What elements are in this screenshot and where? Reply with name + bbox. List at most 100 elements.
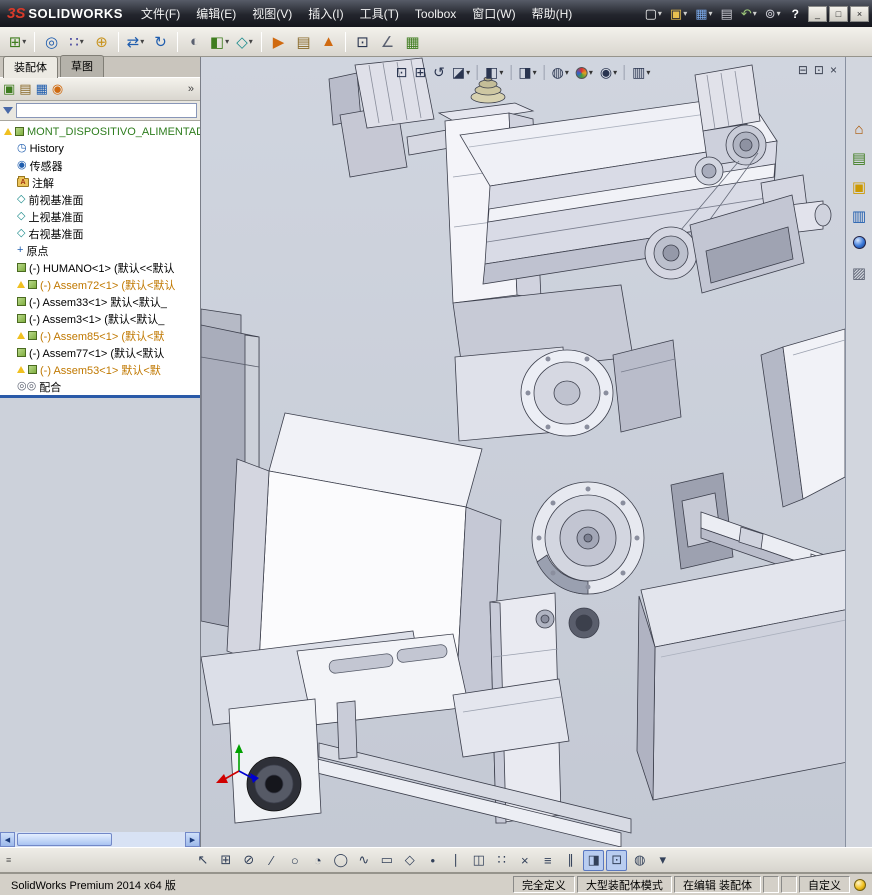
- propertymanager-tab-icon[interactable]: ▤: [19, 81, 31, 97]
- scroll-left-button[interactable]: ◀: [0, 832, 15, 847]
- displaymanager-tab-icon[interactable]: ◉: [52, 81, 63, 97]
- tree-item-top-plane[interactable]: ◇ 上视基准面: [0, 208, 200, 225]
- menu-toolbox[interactable]: Toolbox: [407, 3, 464, 25]
- tree-item-component[interactable]: (-) Assem53<1> 默认<默: [0, 361, 200, 378]
- point-tool-button[interactable]: •: [422, 850, 443, 871]
- minimize-button[interactable]: _: [808, 6, 827, 22]
- tree-item-front-plane[interactable]: ◇ 前视基准面: [0, 191, 200, 208]
- mirror-entities-button[interactable]: ◫: [468, 850, 489, 871]
- view-orientation-button[interactable]: ◧▾: [483, 63, 505, 82]
- file-explorer-button[interactable]: ▣: [852, 178, 866, 196]
- interference-detection-button[interactable]: ▦: [400, 30, 425, 54]
- close-button[interactable]: ×: [850, 6, 869, 22]
- select-tool-button[interactable]: ↖: [192, 850, 213, 871]
- home-resources-button[interactable]: ⌂: [854, 121, 863, 138]
- toolbar-grip-icon[interactable]: ≡: [6, 855, 11, 865]
- scrollbar-thumb[interactable]: [17, 833, 112, 846]
- assembly-features-button[interactable]: ◧▾: [207, 30, 232, 54]
- smart-fasteners-button[interactable]: ⊕: [89, 30, 114, 54]
- previous-view-button[interactable]: ↺: [431, 63, 447, 82]
- instant3d-button[interactable]: ⊡: [350, 30, 375, 54]
- zoom-area-button[interactable]: ⊞: [412, 63, 428, 82]
- configurationmanager-tab-icon[interactable]: ▦: [36, 81, 48, 97]
- insert-component-button[interactable]: ⊞▾: [5, 30, 30, 54]
- print-document-button[interactable]: ▤: [718, 4, 736, 24]
- display-style-button[interactable]: ◨▾: [516, 63, 538, 82]
- scroll-right-button[interactable]: ▶: [185, 832, 200, 847]
- open-document-button[interactable]: ▣▾: [667, 4, 690, 24]
- tree-item-component[interactable]: (-) Assem3<1> (默认<默认_: [0, 310, 200, 327]
- tree-item-origin[interactable]: + 原点: [0, 242, 200, 259]
- centerline-tool-button[interactable]: ∣: [445, 850, 466, 871]
- tree-item-mates[interactable]: ◎◎ 配合: [0, 378, 200, 395]
- tree-item-component[interactable]: (-) HUMANO<1> (默认<<默认: [0, 259, 200, 276]
- graphics-viewport[interactable]: ⊡ ⊞ ↺ ◪▾ ◧▾ ◨▾ ◍▾ ▾ ◉▾ ▥▾ ⊟ ⊡ ×: [201, 57, 845, 847]
- convert-entities-button[interactable]: ≡: [537, 850, 558, 871]
- reference-geometry-button[interactable]: ◇▾: [232, 30, 257, 54]
- menu-insert[interactable]: 插入(I): [300, 1, 351, 26]
- tree-item-root[interactable]: MONT_DISPOSITIVO_ALIMENTAD: [0, 123, 200, 140]
- filter-input[interactable]: [16, 103, 197, 118]
- ellipse-tool-button[interactable]: ◯: [330, 850, 351, 871]
- panel-horizontal-scrollbar[interactable]: ◀ ▶: [0, 832, 200, 847]
- polygon-tool-button[interactable]: ◇: [399, 850, 420, 871]
- help-button[interactable]: ?: [786, 5, 805, 23]
- view-normal-to-button[interactable]: ⊡: [606, 850, 627, 871]
- move-component-button[interactable]: ⇄▾: [123, 30, 148, 54]
- tree-item-sensors[interactable]: ◉ 传感器: [0, 157, 200, 174]
- linear-sketch-pattern-button[interactable]: ∷: [491, 850, 512, 871]
- tree-item-component[interactable]: (-) Assem85<1> (默认<默: [0, 327, 200, 344]
- filter-funnel-icon[interactable]: [3, 107, 13, 114]
- arc-tool-button[interactable]: ◔: [307, 850, 328, 871]
- measure-button[interactable]: ∠: [375, 30, 400, 54]
- panel-overflow-button[interactable]: »: [185, 83, 197, 95]
- menu-tools[interactable]: 工具(T): [352, 1, 407, 26]
- line-tool-button[interactable]: ∕: [261, 850, 282, 871]
- mate-button[interactable]: ◎: [39, 30, 64, 54]
- toolbar-options-button[interactable]: ▾: [652, 850, 673, 871]
- tree-item-component[interactable]: (-) Assem77<1> (默认<默认: [0, 344, 200, 361]
- bill-of-materials-button[interactable]: ▤: [291, 30, 316, 54]
- design-library-button[interactable]: ▤: [852, 149, 866, 167]
- smart-dimension-button[interactable]: ⊘: [238, 850, 259, 871]
- new-document-button[interactable]: ▢▾: [642, 4, 665, 24]
- document-restore-button[interactable]: ⊡: [814, 63, 824, 77]
- tree-item-component[interactable]: (-) Assem72<1> (默认<默认: [0, 276, 200, 293]
- tab-assembly[interactable]: 装配体: [3, 56, 58, 78]
- tree-item-right-plane[interactable]: ◇ 右视基准面: [0, 225, 200, 242]
- circle-tool-button[interactable]: ○: [284, 850, 305, 871]
- edit-appearance-button[interactable]: ▾: [574, 66, 595, 80]
- zoom-fit-button[interactable]: ⊡: [394, 63, 410, 82]
- menu-view[interactable]: 视图(V): [244, 1, 300, 26]
- custom-properties-button[interactable]: ▨: [852, 264, 866, 282]
- apply-scene-button[interactable]: ◉▾: [598, 63, 619, 82]
- rectangle-tool-button[interactable]: ▭: [376, 850, 397, 871]
- menu-window[interactable]: 窗口(W): [464, 1, 523, 26]
- exploded-view-button[interactable]: ▲: [316, 30, 341, 54]
- save-document-button[interactable]: ▦▾: [692, 4, 715, 24]
- undo-button[interactable]: ↶▾: [738, 4, 760, 24]
- tree-item-annotations[interactable]: A 注解: [0, 174, 200, 191]
- machine-model[interactable]: [201, 57, 845, 847]
- appearances-button[interactable]: [853, 236, 866, 253]
- tree-item-history[interactable]: ◷ History: [0, 140, 200, 157]
- shaded-display-button[interactable]: ◨: [583, 850, 604, 871]
- hide-show-button[interactable]: ◍: [629, 850, 650, 871]
- featuremanager-tree-tab-icon[interactable]: ▣: [3, 81, 15, 97]
- view-settings-button[interactable]: ▥▾: [630, 63, 652, 82]
- maximize-button[interactable]: □: [829, 6, 848, 22]
- view-palette-button[interactable]: ▥: [852, 207, 866, 225]
- spline-tool-button[interactable]: ∿: [353, 850, 374, 871]
- options-button[interactable]: ⊚▾: [762, 4, 784, 24]
- grid-system-button[interactable]: ⊞: [215, 850, 236, 871]
- linear-component-pattern-button[interactable]: ∷▾: [64, 30, 89, 54]
- status-custom[interactable]: 自定义: [799, 876, 850, 893]
- rotate-component-button[interactable]: ↻: [148, 30, 173, 54]
- menu-help[interactable]: 帮助(H): [524, 1, 581, 26]
- document-close-button[interactable]: ×: [830, 63, 837, 77]
- menu-edit[interactable]: 编辑(E): [188, 1, 244, 26]
- section-view-button[interactable]: ◪▾: [450, 63, 472, 82]
- trim-entities-button[interactable]: ×: [514, 850, 535, 871]
- show-hidden-components-button[interactable]: ◐: [182, 30, 207, 54]
- menu-file[interactable]: 文件(F): [133, 1, 188, 26]
